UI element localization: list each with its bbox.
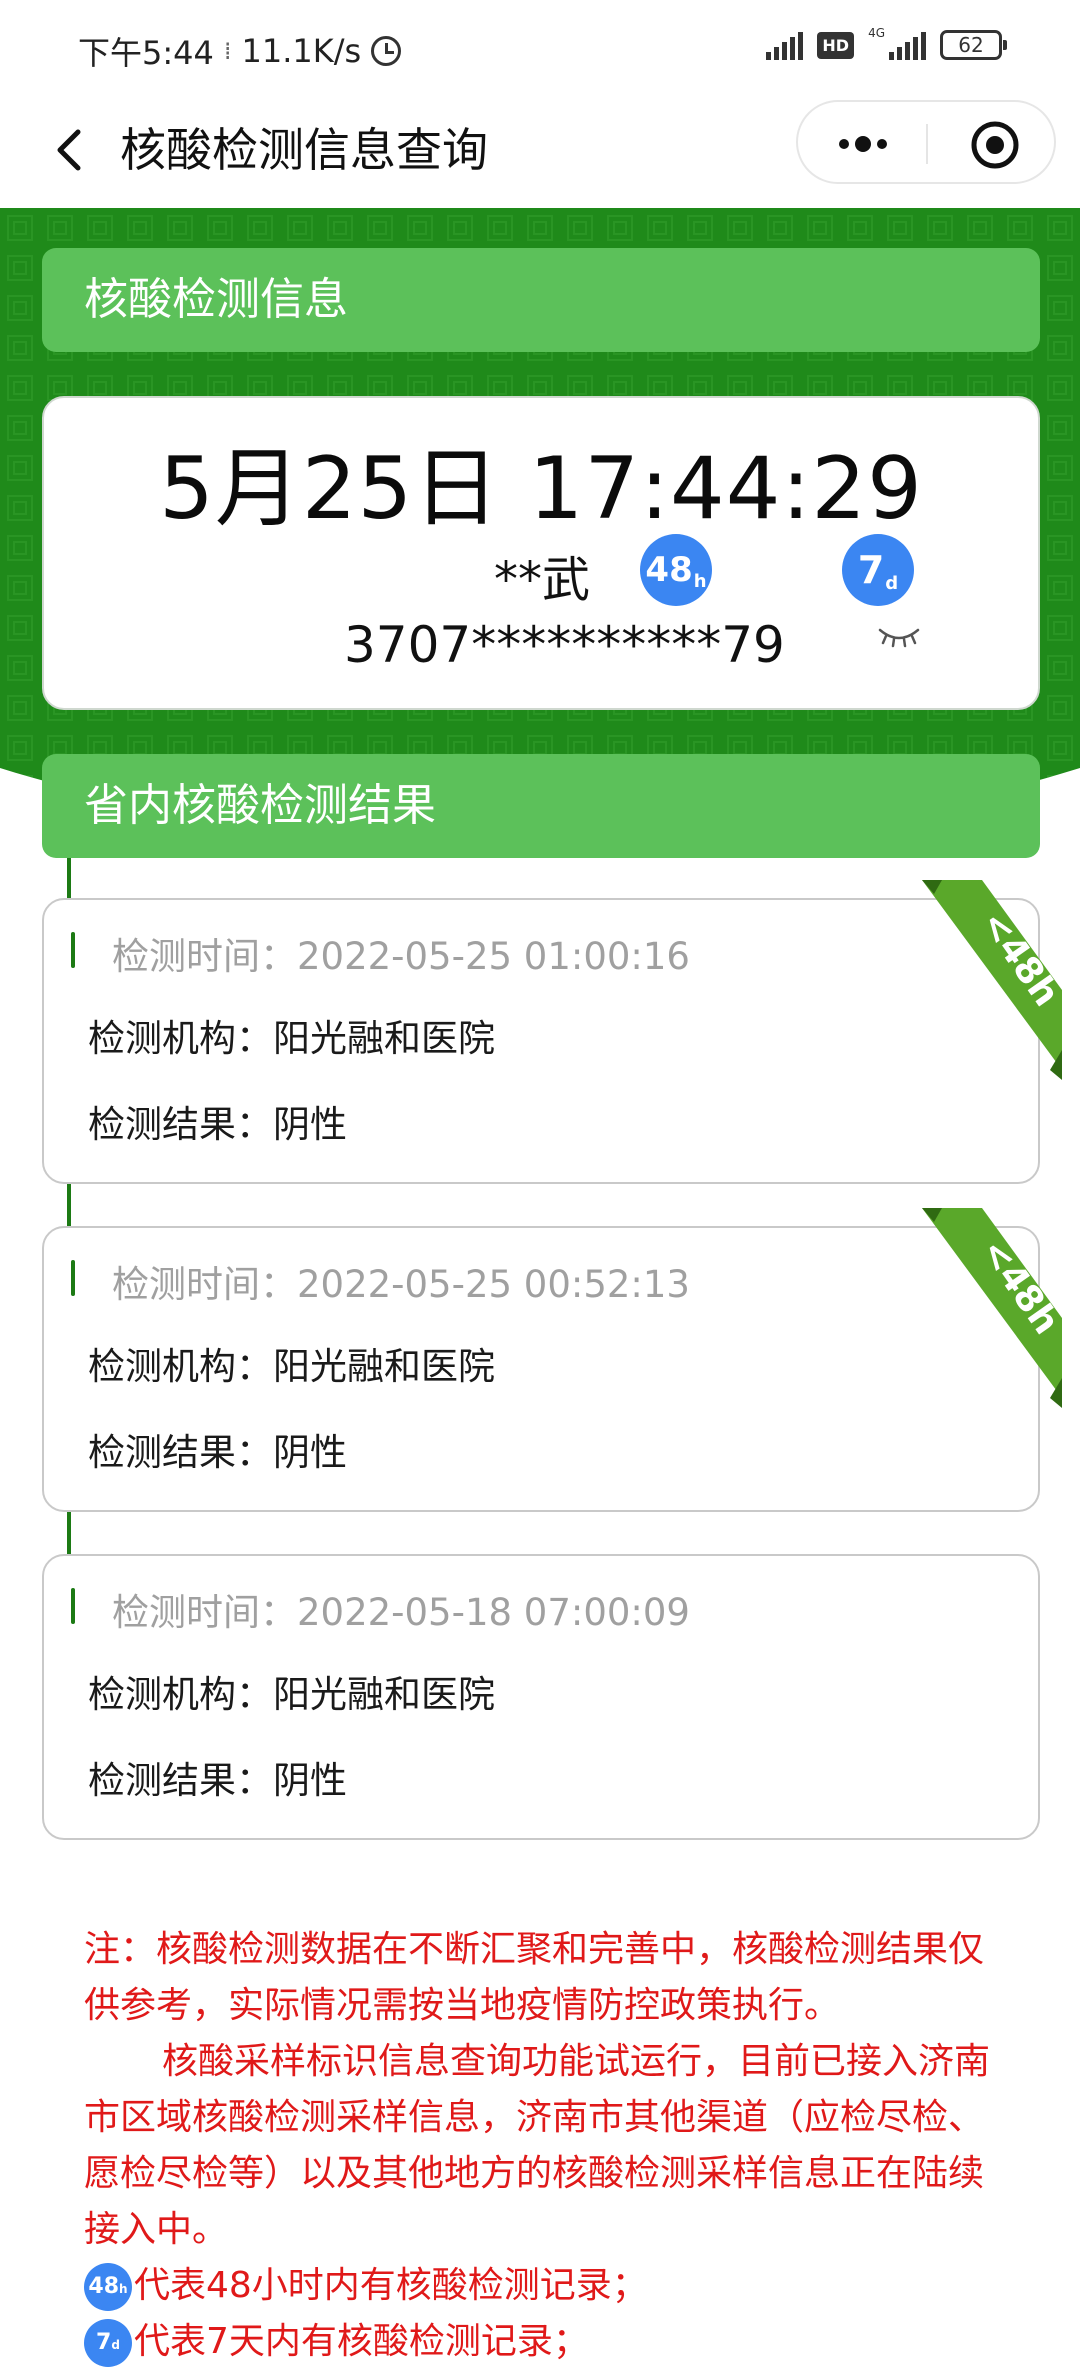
timeline-marker <box>71 1260 75 1296</box>
test-result-row: 检测结果：阴性 <box>88 1750 347 1804</box>
test-time-value: 2022-05-25 01:00:16 <box>297 935 690 978</box>
test-time-row: 检测时间：2022-05-25 00:52:13 <box>112 1254 690 1308</box>
legend-7d-badge-unit: d <box>111 2338 120 2352</box>
results-section-title: 省内核酸检测结果 <box>84 780 436 831</box>
within-48h-ribbon: <48h <box>922 1208 1062 1408</box>
hd-badge: HD <box>817 31 855 59</box>
test-time-row: 检测时间：2022-05-18 07:00:09 <box>112 1582 690 1636</box>
test-org-value: 阳光融和医院 <box>273 1673 495 1716</box>
status-left: 下午5:44 ⁞ 11.1K/s <box>78 28 402 74</box>
test-time-label: 检测时间： <box>112 935 297 978</box>
status-right: HD 4G 62 <box>766 26 1007 60</box>
badge-48h-icon: 48h <box>640 534 712 606</box>
badge-48h-unit: h <box>693 571 707 592</box>
battery-icon: 62 <box>940 30 1007 60</box>
test-record-card: 检测时间：2022-05-18 07:00:09 检测机构：阳光融和医院 检测结… <box>42 1554 1040 1840</box>
legend-7d: 7d 代表7天内有核酸检测记录； <box>84 2314 1004 2370</box>
test-result-label: 检测结果： <box>88 1759 273 1802</box>
nav-bar: 核酸检测信息查询 <box>0 96 1080 208</box>
alarm-icon <box>371 36 402 66</box>
network-type: 4G <box>868 26 885 40</box>
timeline-marker <box>71 932 75 968</box>
test-record-card: 检测时间：2022-05-25 00:52:13 检测机构：阳光融和医院 检测结… <box>42 1208 1062 1512</box>
badge-7d-value: 7 <box>857 548 885 592</box>
test-result-value: 阴性 <box>273 1759 347 1802</box>
page-title: 核酸检测信息查询 <box>120 123 488 177</box>
test-org-row: 检测机构：阳光融和医院 <box>88 1664 495 1718</box>
test-time-value: 2022-05-25 00:52:13 <box>297 1263 690 1306</box>
status-speed: 11.1K/s <box>241 32 362 70</box>
results-section-header: 省内核酸检测结果 <box>42 754 1040 858</box>
mini-program-capsule <box>796 100 1056 184</box>
id-number: 3707**********79 <box>344 616 785 674</box>
test-time-label: 检测时间： <box>112 1263 297 1306</box>
badge-7d-icon: 7d <box>84 2319 132 2367</box>
test-result-row: 检测结果：阴性 <box>88 1094 347 1148</box>
test-org-value: 阳光融和医院 <box>273 1017 495 1060</box>
info-section-header: 核酸检测信息 <box>42 248 1040 352</box>
legend-48h-text: 代表48小时内有核酸检测记录； <box>134 2265 648 2306</box>
test-time-label: 检测时间： <box>112 1591 297 1634</box>
back-icon[interactable] <box>40 120 100 180</box>
test-time-row: 检测时间：2022-05-25 01:00:16 <box>112 926 690 980</box>
test-result-value: 阴性 <box>273 1103 347 1146</box>
legend-7d-text: 代表7天内有核酸检测记录； <box>134 2321 589 2362</box>
badge-48h-value: 48 <box>645 550 693 590</box>
close-mini-program-icon[interactable] <box>970 120 1020 170</box>
info-section-title: 核酸检测信息 <box>84 274 348 325</box>
person-name: **武 <box>494 552 591 608</box>
battery-level: 62 <box>958 33 984 57</box>
legend-48h: 48h 代表48小时内有核酸检测记录； <box>84 2258 1004 2314</box>
signal-4g-icon <box>889 30 926 60</box>
more-icon[interactable] <box>828 122 898 166</box>
timeline-marker <box>71 1588 75 1624</box>
test-org-label: 检测机构： <box>88 1017 273 1060</box>
note-paragraph: 核酸采样标识信息查询功能试运行，目前已接入济南市区域核酸检测采样信息，济南市其他… <box>84 2041 991 2250</box>
test-result-value: 阴性 <box>273 1431 347 1474</box>
test-org-value: 阳光融和医院 <box>273 1345 495 1388</box>
badge-7d-icon: 7d <box>842 534 914 606</box>
test-result-label: 检测结果： <box>88 1103 273 1146</box>
capsule-divider <box>926 124 928 164</box>
test-org-label: 检测机构： <box>88 1673 273 1716</box>
test-org-row: 检测机构：阳光融和医院 <box>88 1336 495 1390</box>
status-bar: 下午5:44 ⁞ 11.1K/s HD 4G 62 <box>0 0 1080 96</box>
legend-48h-badge-unit: h <box>119 2282 128 2296</box>
status-separator: ⁞ <box>223 37 232 65</box>
badge-7d-unit: d <box>885 573 899 594</box>
badge-48h-icon: 48h <box>84 2263 132 2311</box>
disclaimer-note: 注：核酸检测数据在不断汇聚和完善中，核酸检测结果仅供参考，实际情况需按当地疫情防… <box>84 1922 1004 2370</box>
eye-closed-icon[interactable] <box>874 622 924 652</box>
test-org-row: 检测机构：阳光融和医院 <box>88 1008 495 1062</box>
legend-7d-badge-value: 7 <box>96 2330 112 2355</box>
status-time: 下午5:44 <box>78 34 214 72</box>
note-paragraph: 注：核酸检测数据在不断汇聚和完善中，核酸检测结果仅供参考，实际情况需按当地疫情防… <box>84 1929 985 2026</box>
current-datetime: 5月25日 17:44:29 <box>159 439 923 539</box>
test-result-label: 检测结果： <box>88 1431 273 1474</box>
signal-icon <box>766 30 804 60</box>
test-time-value: 2022-05-18 07:00:09 <box>297 1591 690 1634</box>
test-result-row: 检测结果：阴性 <box>88 1422 347 1476</box>
legend-48h-badge-value: 48 <box>88 2274 120 2299</box>
test-record-card: 检测时间：2022-05-25 01:00:16 检测机构：阳光融和医院 检测结… <box>42 880 1062 1184</box>
within-48h-ribbon: <48h <box>922 880 1062 1080</box>
test-org-label: 检测机构： <box>88 1345 273 1388</box>
personal-info-card: 5月25日 17:44:29 **武 48h 7d 3707**********… <box>42 396 1040 710</box>
